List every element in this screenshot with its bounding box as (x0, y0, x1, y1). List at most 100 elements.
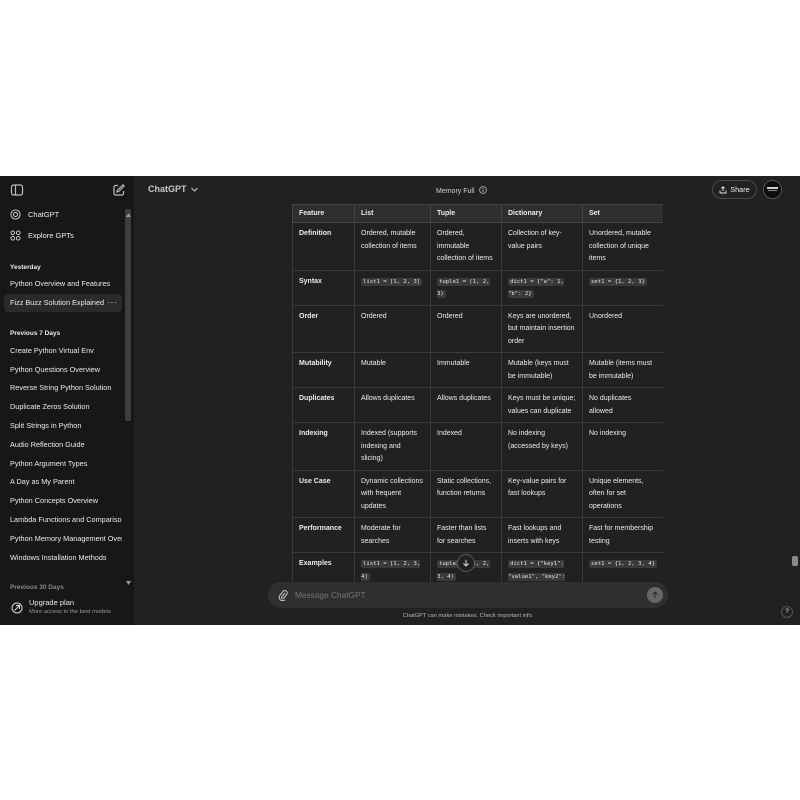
chevron-down-icon (191, 187, 198, 192)
chatgpt-window: ChatGPT Explore GPTs Yesterday Python Ov… (0, 176, 800, 625)
sidebar-scrollbar[interactable] (125, 209, 131, 421)
sidebar-chat-item[interactable]: Duplicate Zeros Solution (4, 398, 122, 416)
sidebar-chat-item[interactable]: Windows Installation Methods (4, 549, 122, 567)
arrow-up-icon (652, 591, 658, 598)
table-cell: Mutable (items must be immutable) (582, 352, 663, 388)
table-cell: Collection of key-value pairs (501, 222, 583, 271)
sidebar-chat-item[interactable]: Python Concepts Overview (4, 492, 122, 510)
table-cell: No indexing (accessed by keys) (501, 422, 583, 471)
scroll-up-icon[interactable] (126, 213, 131, 217)
table-row-header: Mutability (292, 352, 355, 388)
table-row-header: Syntax (292, 269, 355, 306)
table-cell: Moderate for searches (354, 517, 431, 553)
table-row: Duplicates Allows duplicates Allows duplic… (292, 387, 663, 423)
table-cell: Unordered, mutable collection of unique … (582, 222, 663, 271)
table-cell: Allows duplicates (354, 387, 431, 423)
sidebar-chat-item[interactable]: Split Strings in Python (4, 417, 122, 435)
sidebar-chat-item[interactable]: Python Overview and Features (4, 275, 122, 293)
table-cell: Unique elements, often for set operation… (582, 469, 663, 518)
sidebar-item-explore-gpts[interactable]: Explore GPTs (4, 226, 122, 245)
table-row: Exampleslist1 = [1, 2, 3, 4]tuple1 = (1,… (292, 552, 663, 582)
table-cell: set1 = {1, 2, 3} (582, 269, 663, 306)
paperclip-icon[interactable] (278, 589, 288, 601)
sidebar-chat-item[interactable]: A Day as My Parent (4, 473, 122, 491)
sidebar-chat-item[interactable]: Lambda Functions and Comparisons (4, 511, 122, 529)
sidebar-item-chatgpt[interactable]: ChatGPT (4, 205, 122, 224)
code-snippet: list1 = [1, 2, 3] (361, 277, 423, 286)
table-cell: Ordered (430, 304, 502, 353)
sidebar-item-label: ChatGPT (28, 210, 60, 219)
table-cell: No duplicates allowed (582, 387, 663, 423)
memory-label: Memory Full (436, 188, 475, 195)
help-button[interactable]: ? (781, 606, 793, 618)
message-input[interactable] (295, 582, 625, 608)
table-cell: dict1 = {"key1": "value1", "key2": "valu… (501, 552, 583, 582)
code-snippet: set1 = {1, 2, 3} (589, 277, 647, 286)
more-options-icon[interactable]: ··· (108, 294, 118, 312)
sidebar: ChatGPT Explore GPTs Yesterday Python Ov… (0, 176, 134, 625)
scroll-to-bottom-button[interactable] (457, 554, 475, 572)
model-name: ChatGPT (148, 184, 187, 194)
table-cell: Fast for membership testing (582, 517, 663, 553)
chatgpt-logo-icon (10, 209, 21, 220)
code-snippet: dict1 = {"key1": "value1", "key2": "valu… (508, 560, 566, 582)
upgrade-plan-button[interactable]: Upgrade plan More access to the best mod… (0, 592, 134, 625)
avatar[interactable] (763, 180, 782, 199)
table-row: Indexing Indexed (supports indexing and s… (292, 422, 663, 471)
sidebar-toggle-icon[interactable] (10, 183, 24, 197)
table-cell: set1 = {1, 2, 3, 4} (582, 552, 663, 582)
upgrade-subtitle: More access to the best models (29, 609, 111, 615)
upgrade-icon (11, 602, 23, 614)
table-body: Definition Ordered, mutable collection of… (292, 222, 663, 582)
table-row-header: Order (292, 304, 355, 353)
send-button[interactable] (647, 587, 663, 603)
table-cell: Key-value pairs for fast lookups (501, 469, 583, 518)
table-row: Performance Moderate for searches Faster t… (292, 517, 663, 553)
table-row-header: Duplicates (292, 387, 355, 423)
sidebar-chat-item-active[interactable]: Fizz Buzz Solution Explained ··· (4, 294, 122, 312)
grid-icon (10, 230, 21, 241)
sidebar-chat-item[interactable]: Audio Reflection Guide (4, 436, 122, 454)
table-cell: Allows duplicates (430, 387, 502, 423)
message-composer (268, 582, 668, 608)
table-cell: Ordered, mutable collection of items (354, 222, 431, 271)
main-scrollbar-thumb[interactable] (792, 556, 798, 566)
sidebar-section-title: Yesterday (10, 264, 41, 271)
table-cell: Mutable (keys must be immutable) (501, 352, 583, 388)
sidebar-section-title: Previous 30 Days (10, 584, 64, 591)
code-snippet: tuple1 = (1, 2, 3) (437, 277, 490, 298)
table-cell: Dynamic collections with frequent update… (354, 469, 431, 518)
comparison-table: Feature List Tuple Dictionary Set Definition… (292, 204, 663, 582)
table-row: Definition Ordered, mutable collection of… (292, 222, 663, 271)
share-icon (719, 185, 727, 193)
sidebar-chat-item[interactable]: Python Memory Management Overview (4, 530, 122, 548)
table-cell: Indexed (430, 422, 502, 471)
table-header-cell: Feature (292, 204, 355, 223)
table-row-header: Performance (292, 517, 355, 553)
table-row: Mutability Mutable Immutable Mutable (keys … (292, 352, 663, 388)
scroll-down-small-icon[interactable] (126, 581, 131, 585)
table-row-header: Definition (292, 222, 355, 271)
table-cell: No indexing (582, 422, 663, 471)
code-snippet: list1 = [1, 2, 3, 4] (361, 560, 421, 581)
new-chat-icon[interactable] (112, 183, 126, 197)
table-row-header: Use Case (292, 469, 355, 518)
table-cell: Faster than lists for searches (430, 517, 502, 553)
sidebar-chat-item[interactable]: Python Argument Types (4, 455, 122, 473)
sidebar-chat-item[interactable]: Create Python Virtual Env (4, 342, 122, 360)
table-cell: list1 = [1, 2, 3] (354, 269, 431, 306)
share-button[interactable]: Share (712, 180, 757, 199)
share-label: Share (730, 185, 750, 194)
info-icon[interactable] (479, 186, 488, 194)
sidebar-chat-label: Fizz Buzz Solution Explained (10, 298, 105, 307)
sidebar-chat-item[interactable]: Reverse String Python Solution (4, 379, 122, 397)
arrow-down-icon (463, 559, 469, 567)
model-selector[interactable]: ChatGPT (148, 184, 198, 194)
table-row-header: Examples (292, 552, 355, 582)
table-cell: list1 = [1, 2, 3, 4] (354, 552, 431, 582)
table-cell: Indexed (supports indexing and slicing) (354, 422, 431, 471)
sidebar-chat-item[interactable]: Python Questions Overview (4, 361, 122, 379)
avatar-image-icon (764, 181, 781, 198)
memory-status: Memory Full (436, 186, 488, 195)
table-cell: Keys must be unique; values can duplicat… (501, 387, 583, 423)
